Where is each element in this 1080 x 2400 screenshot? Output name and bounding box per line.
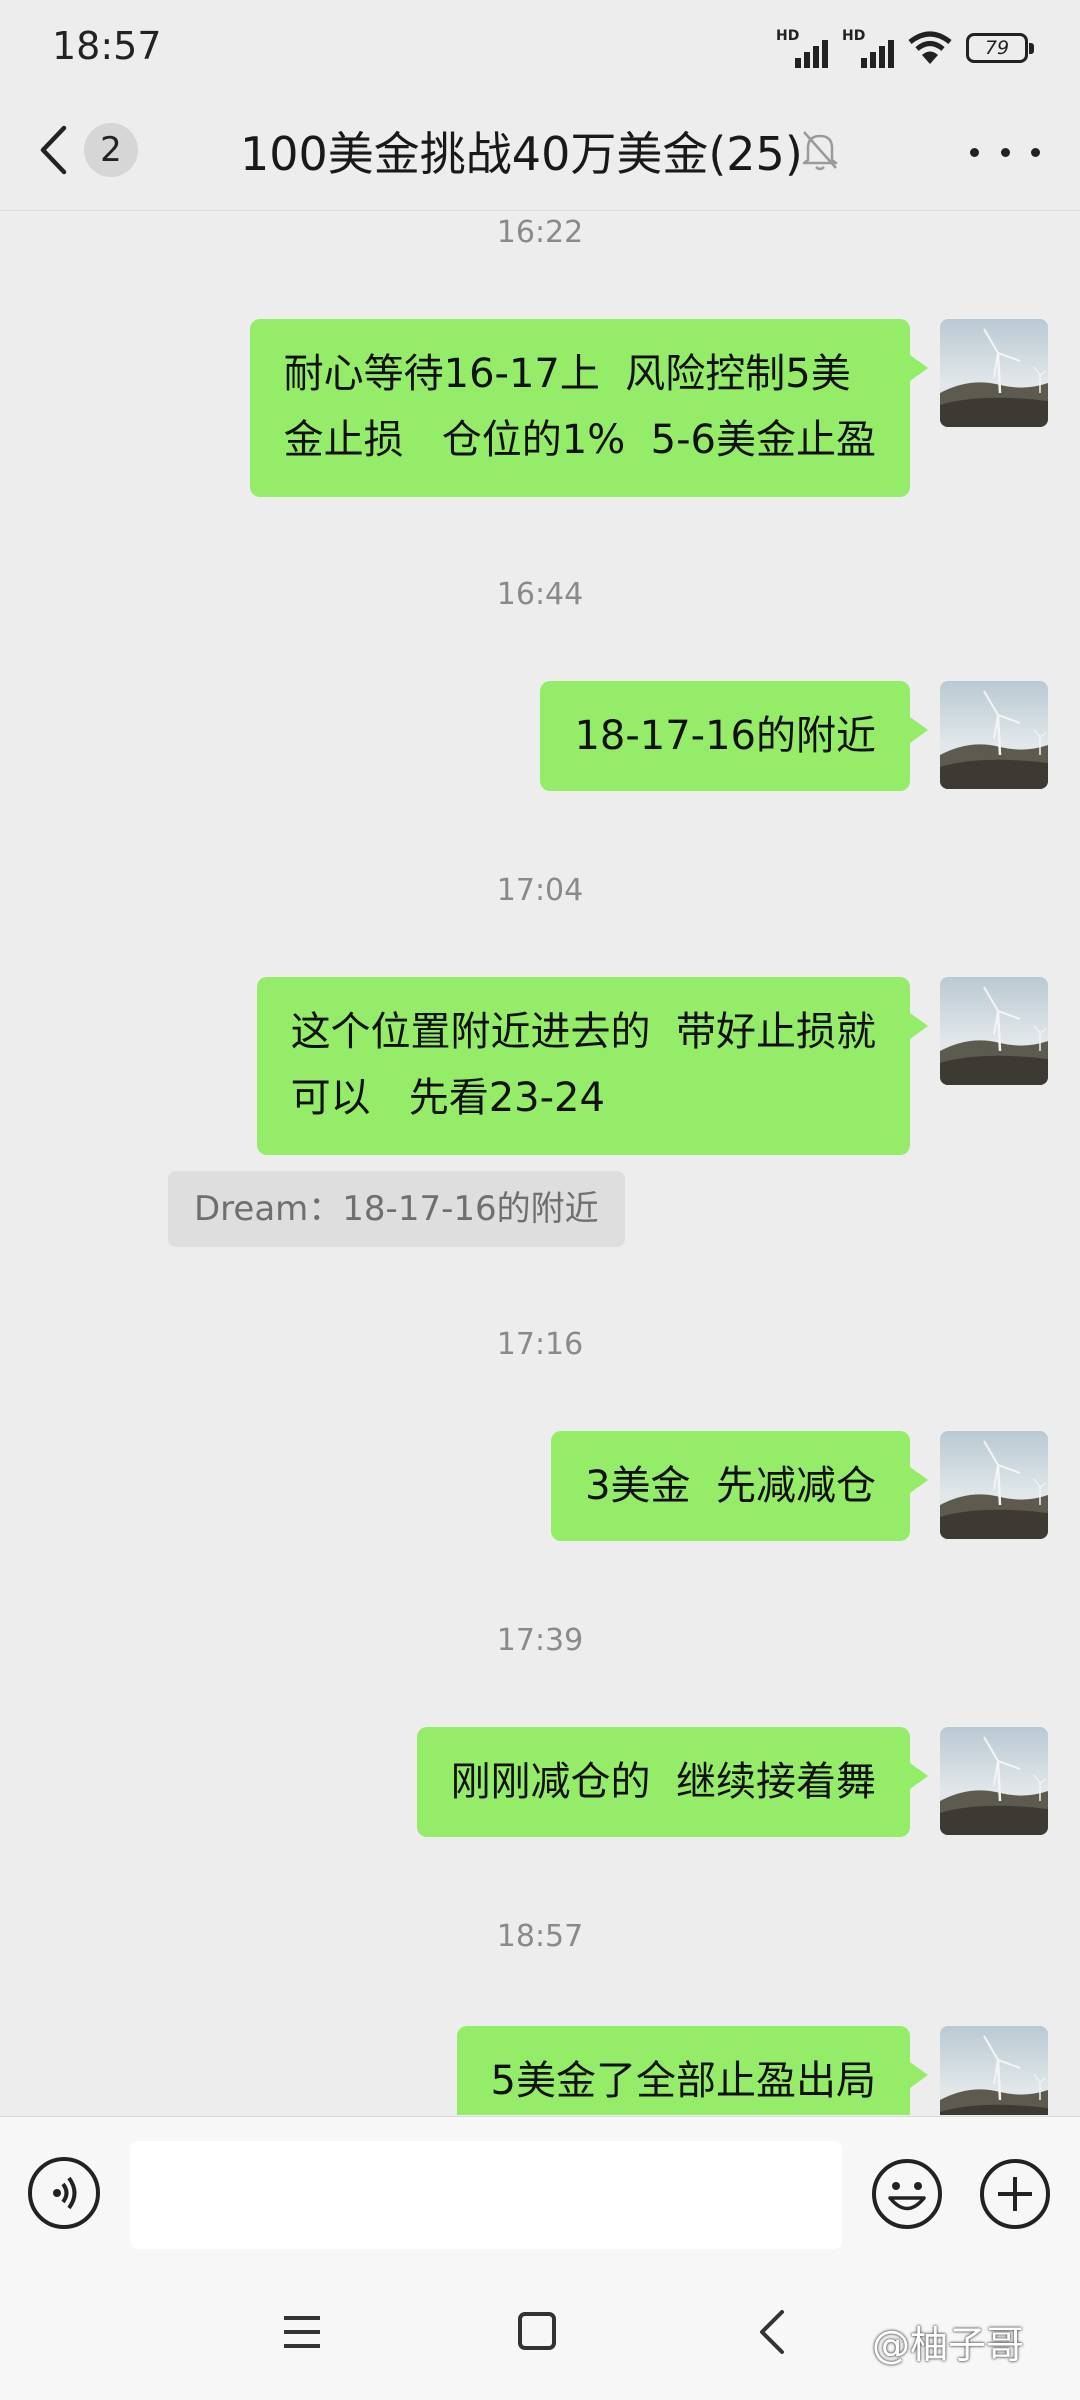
timestamp: 17:16 xyxy=(496,1327,584,1362)
avatar[interactable] xyxy=(940,319,1048,427)
quoted-message[interactable]: Dream：18-17-16的附近 xyxy=(168,1171,625,1247)
status-bar: 18:57 HD HD 79 xyxy=(0,0,1080,90)
emoji-button[interactable] xyxy=(870,2157,944,2231)
avatar[interactable] xyxy=(940,681,1048,789)
avatar[interactable] xyxy=(940,1431,1048,1539)
chat-header: 2 100美金挑战40万美金(25) xyxy=(0,90,1080,211)
cellular-signal-icon: HD xyxy=(776,28,828,68)
more-dot xyxy=(1000,147,1010,157)
system-nav-bar: @柚子哥 xyxy=(0,2276,1080,2400)
watermark: @柚子哥 xyxy=(872,2323,1025,2367)
voice-icon xyxy=(53,2176,77,2210)
timestamp: 17:04 xyxy=(496,873,584,908)
voice-input-button[interactable] xyxy=(28,2157,100,2229)
wifi-icon xyxy=(908,31,952,64)
message-bubble[interactable]: 5美金了全部止盈出局 xyxy=(456,2026,929,2115)
message-bubble[interactable]: 耐心等待16-17上 风险控制5美 金止损 仓位的1% 5-6美金止盈 xyxy=(249,319,929,497)
input-bar xyxy=(0,2116,1080,2277)
chevron-left-icon xyxy=(40,125,67,175)
timestamp: 16:44 xyxy=(496,577,584,612)
more-dot xyxy=(1031,147,1040,157)
nav-back-icon[interactable] xyxy=(752,2308,792,2356)
message-list[interactable]: 16:22 耐心等待16-17上 风险控制5美 金止损 仓位的1% 5-6美金止… xyxy=(0,211,1080,2115)
message-bubble[interactable]: 这个位置附近进去的 带好止损就 可以 先看23-24 xyxy=(256,977,929,1155)
add-more-button[interactable] xyxy=(978,2157,1052,2231)
avatar[interactable] xyxy=(940,1727,1048,1835)
message-input[interactable] xyxy=(130,2141,842,2249)
unread-count-badge: 2 xyxy=(84,123,138,177)
more-dot xyxy=(970,147,979,157)
cellular-signal-icon-2: HD xyxy=(842,28,894,68)
avatar[interactable] xyxy=(940,977,1048,1085)
message-bubble[interactable]: 刚刚减仓的 继续接着舞 xyxy=(416,1727,929,1837)
menu-icon[interactable] xyxy=(282,2312,322,2352)
message-bubble[interactable]: 3美金 先减减仓 xyxy=(551,1431,928,1541)
battery-icon: 79 xyxy=(966,33,1034,63)
chat-title: 100美金挑战40万美金(25) xyxy=(240,127,803,181)
timestamp: 16:22 xyxy=(496,215,584,250)
avatar[interactable] xyxy=(940,2026,1048,2115)
status-icons: HD HD 79 xyxy=(776,28,1034,68)
timestamp: 18:57 xyxy=(496,1919,584,1954)
more-options-button[interactable] xyxy=(970,132,1040,172)
mute-bell-icon xyxy=(802,131,838,171)
message-bubble[interactable]: 18-17-16的附近 xyxy=(540,681,928,791)
home-button[interactable] xyxy=(518,2312,556,2350)
back-button[interactable]: 2 xyxy=(38,118,148,182)
timestamp: 17:39 xyxy=(496,1623,584,1658)
status-time: 18:57 xyxy=(52,24,162,68)
